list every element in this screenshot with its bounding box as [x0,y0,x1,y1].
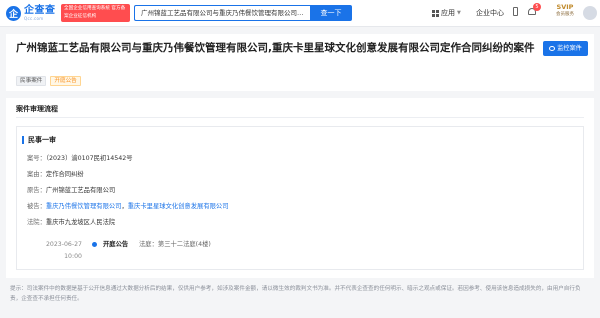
timeline-date: 2023-06-27 [46,241,82,248]
timeline-event-type: 开庭公告 [103,241,129,248]
search-input[interactable]: 广州锦蓝工艺品有限公司与重庆乃伟餐饮管理有限公司… [134,5,310,21]
tag-hearing-notice: 开庭公告 [50,76,81,86]
notification-count-badge: 5 [533,3,541,11]
case-cause-value: 定作合同纠纷 [45,171,84,178]
defendant-row: 被告：重庆乃伟餐饮管理有限公司，重庆卡里星球文化创意发展有限公司 [27,201,229,210]
plaintiff-label: 原告： [27,187,46,194]
court-value: 重庆市九龙坡区人民法院 [45,219,116,226]
logo-mark-icon: 企 [6,5,21,21]
avatar[interactable] [583,6,597,20]
stage-panel: 民事一审 案号：（2023）渝0107民初14542号 案由：定作合同纠纷 原告… [16,126,584,270]
disclaimer-text: 提示：司法案件中的数据是基于公开信息通过大数据分析后的结果，仅供用户参考，如涉及… [10,286,581,302]
svip-sublabel: 会员服务 [556,11,574,17]
court-row: 法院：重庆市九龙坡区人民法院 [27,217,115,226]
defendant-link-1[interactable]: 重庆乃伟餐饮管理有限公司 [46,203,122,210]
monitor-case-label: 监控案件 [557,45,582,52]
timeline-time: 10:00 [64,253,82,260]
section-title: 案件审理流程 [16,105,58,113]
page-title: 广州锦蓝工艺品有限公司与重庆乃伟餐饮管理有限公司,重庆卡里星球文化创意发展有限公… [16,42,535,54]
case-process-card: 案件审理流程 民事一审 案号：（2023）渝0107民初14542号 案由：定作… [6,98,594,278]
nav-app-label: 应用 [441,9,455,17]
tag-civil-case: 民事案件 [16,76,47,86]
nav-enterprise-center[interactable]: 企业中心 [476,8,504,18]
logo[interactable]: 企 企查查 Qcc.com [6,4,56,22]
timeline-dot-icon [92,242,97,247]
divider [16,117,584,118]
eye-icon [549,46,556,51]
chevron-down-icon: ▼ [457,10,461,16]
logo-subtitle: Qcc.com [24,15,44,21]
nav-app-menu[interactable]: 应用 ▼ [432,8,461,18]
grid-icon [432,9,439,17]
plaintiff-row: 原告：广州锦蓝工艺品有限公司 [27,185,115,194]
case-number-row: 案号：（2023）渝0107民初14542号 [27,153,133,162]
monitor-case-button[interactable]: 监控案件 [543,41,588,56]
defendant-label: 被告： [27,203,46,210]
defendant-link-2[interactable]: 重庆卡里星球文化创意发展有限公司 [128,203,229,210]
court-label: 法院： [27,219,46,226]
credit-system-badge[interactable]: 全国企业信用查询系统 官方备案企业征信机构 [61,4,130,22]
mobile-phone-icon[interactable] [513,7,518,16]
case-cause-row: 案由：定作合同纠纷 [27,169,84,178]
case-title-card: 广州锦蓝工艺品有限公司与重庆乃伟餐饮管理有限公司,重庆卡里星球文化创意发展有限公… [6,34,594,91]
plaintiff-value: 广州锦蓝工艺品有限公司 [45,187,116,194]
case-number-label: 案号： [27,155,46,162]
svip-label: SVIP [556,3,574,11]
case-number-value: （2023）渝0107民初14542号 [45,155,133,162]
search-button[interactable]: 查一下 [310,5,352,21]
case-tags: 民事案件 开庭公告 [16,76,85,86]
top-navigation-bar: 企 企查查 Qcc.com 全国企业信用查询系统 官方备案企业征信机构 广州锦蓝… [0,0,600,27]
svip-button[interactable]: SVIP 会员服务 [553,4,577,22]
logo-text: 企查查 Qcc.com [24,4,56,21]
case-cause-label: 案由： [27,171,46,178]
stage-title: 民事一审 [22,136,56,144]
logo-name: 企查查 [24,4,56,16]
timeline-venue: 法庭：第三十二法庭(4楼) [139,241,211,248]
timeline-datetime: 2023-06-27 10:00 [46,239,82,263]
